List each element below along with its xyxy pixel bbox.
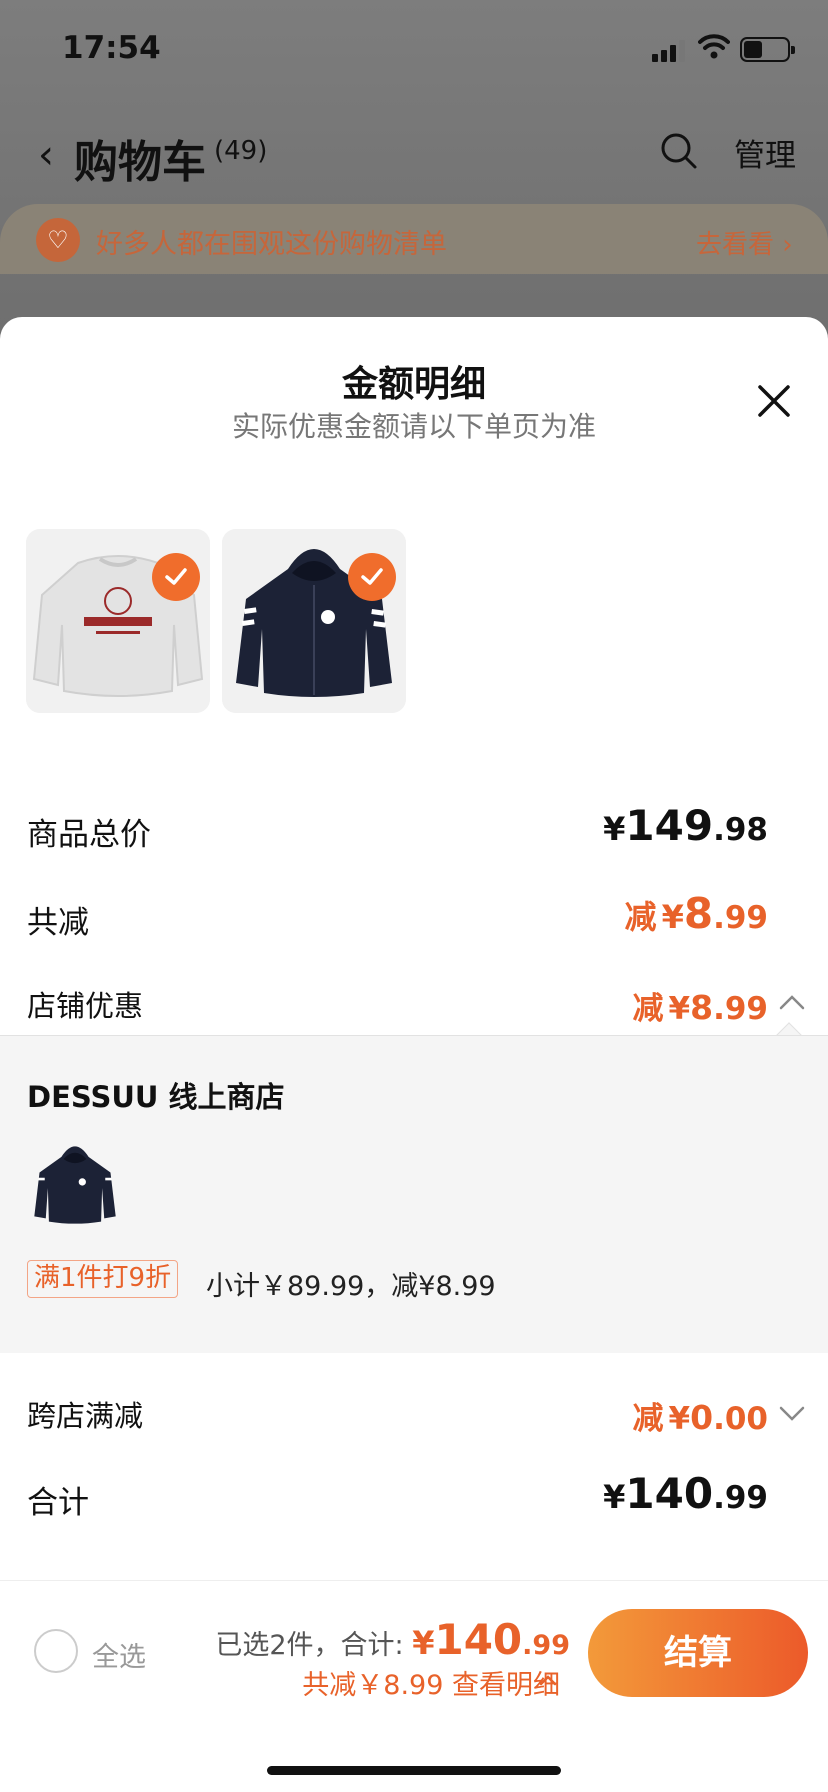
total-discount-label: 共减: [27, 905, 89, 941]
status-bar: 17:54: [0, 0, 828, 100]
view-details-link[interactable]: 共减￥8.99 查看明细: [302, 1663, 560, 1702]
total-price-value: ¥149.98: [603, 801, 768, 850]
select-all-radio[interactable]: [34, 1629, 78, 1673]
chevron-left-icon[interactable]: ‹: [38, 132, 54, 178]
grand-total-value: ¥140.99: [603, 1469, 768, 1518]
store-name: DESSUU 线上商店: [27, 1080, 285, 1114]
banner-link[interactable]: 去看看 ›: [696, 224, 793, 261]
grand-total-label: 合计: [27, 1485, 89, 1521]
battery-icon: [740, 37, 795, 62]
status-time: 17:54: [62, 30, 161, 66]
hoodie-image: [34, 1146, 116, 1224]
search-icon[interactable]: [660, 132, 698, 170]
signal-icon: [652, 38, 686, 62]
store-discount-row[interactable]: 店铺优惠 减 ¥8.99: [0, 969, 828, 1029]
checkout-button[interactable]: 结算: [588, 1609, 808, 1697]
store-product-thumb: [27, 1136, 123, 1232]
cross-store-value: 减 ¥0.00: [632, 1398, 768, 1437]
store-discount-value: 减 ¥8.99: [632, 988, 768, 1027]
chevron-up-icon[interactable]: [778, 993, 806, 1011]
check-icon[interactable]: [348, 553, 396, 601]
product-thumb-sweatshirt[interactable]: [26, 529, 210, 713]
total-discount-row: 共减 减 ¥8.99: [0, 881, 828, 945]
chevron-up-icon[interactable]: [539, 1674, 557, 1686]
share-banner[interactable]: ♡ 好多人都在围观这份购物清单 去看看 ›: [0, 204, 828, 274]
wifi-icon: [698, 34, 730, 59]
store-subtotal: 小计￥89.99，减¥8.99: [206, 1271, 496, 1302]
store-discount-detail: DESSUU 线上商店 满1件打9折 小计￥89.99，减¥8.99: [0, 1035, 828, 1353]
checkout-bar: 全选 已选2件，合计: ¥140.99 共减￥8.99 查看明细 结算: [0, 1580, 828, 1792]
product-thumb-hoodie[interactable]: [222, 529, 406, 713]
check-icon[interactable]: [152, 553, 200, 601]
store-discount-label: 店铺优惠: [27, 989, 144, 1023]
cross-store-row[interactable]: 跨店满减 减 ¥0.00: [0, 1379, 828, 1439]
cart-count: (49): [214, 136, 268, 166]
cart-header: ‹ 购物车 (49) 管理: [0, 120, 828, 190]
grand-total-row: 合计 ¥140.99: [0, 1461, 828, 1525]
promo-tag: 满1件打9折: [27, 1260, 179, 1298]
total-price-row: 商品总价 ¥149.98: [0, 793, 828, 857]
price-detail-sheet: 金额明细 实际优惠金额请以下单页为准 商品总价 ¥149.98 共减 减 ¥8.…: [0, 317, 828, 1792]
sheet-subtitle: 实际优惠金额请以下单页为准: [231, 410, 596, 443]
selected-summary: 已选2件，合计: ¥140.99: [215, 1615, 570, 1664]
sheet-title: 金额明细: [341, 364, 486, 405]
page-title: 购物车: [74, 137, 206, 188]
close-icon[interactable]: [756, 383, 792, 419]
chevron-down-icon[interactable]: [778, 1405, 806, 1423]
total-price-label: 商品总价: [27, 817, 151, 853]
cart-icon: ♡: [36, 218, 80, 262]
manage-button[interactable]: 管理: [734, 130, 796, 175]
select-all-label[interactable]: 全选: [92, 1635, 146, 1674]
home-indicator: [267, 1766, 561, 1775]
cross-store-label: 跨店满减: [27, 1399, 144, 1433]
banner-text: 好多人都在围观这份购物清单: [96, 229, 447, 260]
total-discount-value: 减 ¥8.99: [624, 889, 768, 938]
